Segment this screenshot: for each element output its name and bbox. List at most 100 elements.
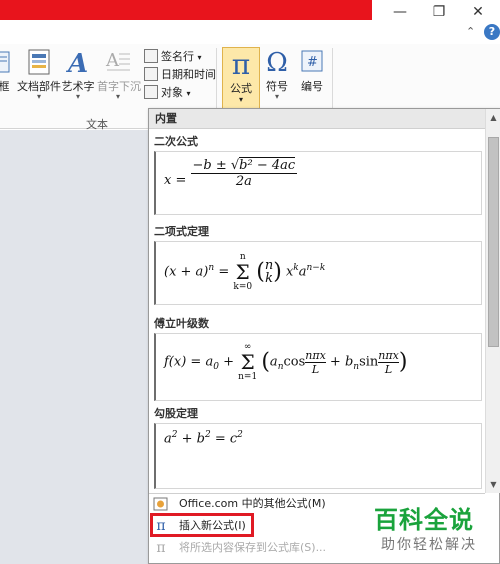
chevron-down-icon: ▾ <box>197 53 202 62</box>
binomial-equation: (x + a)n = n Σ k=0 (n k) xkan−k <box>164 252 325 292</box>
wordart-icon: A <box>61 48 95 79</box>
denominator: L <box>311 362 320 376</box>
scroll-down-icon[interactable]: ▼ <box>487 478 500 491</box>
eq-part: a <box>164 431 172 447</box>
omega-icon: Ω <box>266 48 288 78</box>
eq-part: = <box>214 264 234 280</box>
paren-open: ( <box>261 349 270 375</box>
menu-more-formulas-label: Office.com 中的其他公式(M) <box>179 497 326 510</box>
watermark-subtitle: 助你轻松解决 <box>381 537 477 553</box>
text-box-button[interactable]: 框 <box>0 48 14 110</box>
chevron-down-icon: ▾ <box>75 92 80 101</box>
paren-close: ) <box>398 349 408 375</box>
numerator: nπx <box>305 348 326 363</box>
fourier-equation: f(x) = a0 + ∞ Σ n=1 (ancos nπx L + bnsin nπ… <box>164 342 407 382</box>
chevron-down-icon: ▾ <box>274 92 279 101</box>
menu-save-to-gallery-label: 将所选内容保存到公式库(S)... <box>179 541 327 554</box>
fraction: nπx L <box>378 349 399 376</box>
minimize-button[interactable]: — <box>385 2 415 22</box>
eq-part: f(x) = a <box>164 354 214 370</box>
paren-open: ( <box>256 259 265 285</box>
formula-item-quadratic[interactable]: x = −b ± √b² − 4ac 2a <box>154 151 482 215</box>
coef-bottom: k <box>265 271 273 286</box>
section-title-binomial: 二项式定理 <box>154 225 209 238</box>
office-icon <box>153 496 169 512</box>
close-button[interactable]: ✕ <box>463 2 493 22</box>
chevron-down-icon: ▾ <box>36 92 41 101</box>
chevron-down-icon: ▾ <box>115 92 120 101</box>
numerator: −b ± √b² − 4ac <box>190 157 298 174</box>
pythagorean-equation: a2 + b2 = c2 <box>164 430 243 446</box>
number-label: 编号 <box>301 80 323 93</box>
signature-icon <box>144 49 158 63</box>
document-parts-button[interactable]: 文档部件 ▾ <box>17 48 61 110</box>
watermark-title: 百科全说 <box>374 506 474 534</box>
eq-part: = c <box>210 431 238 447</box>
signature-line-button[interactable]: 签名行 ▾ <box>144 48 202 66</box>
signature-line-label: 签名行 <box>161 50 194 63</box>
object-button[interactable]: 对象 ▾ <box>144 84 191 102</box>
chevron-down-icon: ▾ <box>186 89 191 98</box>
radicand: b² − 4ac <box>239 157 296 173</box>
numerator: nπx <box>378 348 399 363</box>
date-time-button[interactable]: 日期和时间 <box>144 66 216 84</box>
eq-part: + b <box>177 431 205 447</box>
denominator: 2a <box>235 174 252 189</box>
eq-lhs: x = <box>164 173 191 188</box>
collapse-ribbon-icon[interactable]: ⌃ <box>466 25 475 38</box>
sum-lower: k=0 <box>233 282 253 292</box>
document-area <box>0 130 148 564</box>
scroll-thumb[interactable] <box>488 137 499 347</box>
object-label: 对象 <box>161 86 183 99</box>
svg-text:A: A <box>105 50 120 71</box>
save-formula-icon: π <box>156 540 166 556</box>
number-button[interactable]: # 编号 <box>298 48 326 110</box>
quadratic-equation: x = −b ± √b² − 4ac 2a <box>164 157 298 189</box>
eq-sup: n−k <box>306 263 326 274</box>
section-title-quadratic: 二次公式 <box>154 135 198 148</box>
sigma-symbol: Σ <box>235 260 250 284</box>
formula-label: 公式 <box>230 82 252 95</box>
restore-button[interactable]: ❐ <box>424 2 454 22</box>
eq-part: + b <box>325 354 354 370</box>
number-icon: # <box>298 48 326 78</box>
calendar-icon <box>144 67 158 81</box>
title-bar: — ❐ ✕ <box>0 0 500 24</box>
ribbon-controls: ⌃ ? <box>460 24 500 42</box>
help-icon[interactable]: ? <box>484 24 500 40</box>
text-box-icon <box>0 48 14 78</box>
eq-part: a <box>269 354 278 370</box>
section-title-fourier: 傅立叶级数 <box>154 317 209 330</box>
gallery-scrollbar[interactable]: ▲ ▼ <box>485 109 500 493</box>
pi-icon: π <box>231 48 251 81</box>
document-parts-icon <box>17 48 61 78</box>
drop-cap-icon: A <box>97 48 139 78</box>
gallery-header: 内置 <box>149 109 485 129</box>
drop-cap-button[interactable]: A 首字下沉 ▾ <box>97 48 141 110</box>
binomial-coef: nk <box>265 259 273 285</box>
num-part: −b ± √ <box>192 158 240 173</box>
fraction: nπx L <box>305 349 326 376</box>
paren-close: ) <box>273 259 282 285</box>
fraction: −b ± √b² − 4ac 2a <box>190 157 298 189</box>
formula-gallery-panel: 内置 ▲ ▼ 二次公式 x = −b ± √b² − 4ac 2a 二项式定理 … <box>148 108 500 564</box>
svg-text:A: A <box>65 49 88 76</box>
chevron-down-icon: ▾ <box>238 95 243 104</box>
text-box-label: 框 <box>0 80 10 93</box>
scroll-up-icon[interactable]: ▲ <box>487 111 500 124</box>
eq-part: + <box>218 354 239 370</box>
formula-item-fourier[interactable]: f(x) = a0 + ∞ Σ n=1 (ancos nπx L + bnsin nπ… <box>154 333 482 401</box>
cos-text: cos <box>283 354 306 370</box>
eq-part: (x + a) <box>164 264 209 280</box>
svg-text:#: # <box>307 55 318 70</box>
object-icon <box>144 85 158 99</box>
formula-item-pythagorean[interactable]: a2 + b2 = c2 <box>154 423 482 489</box>
eq-part: a <box>298 264 307 280</box>
wordart-button[interactable]: A 艺术字 ▾ <box>61 48 95 110</box>
denominator: L <box>384 362 393 376</box>
title-bar-highlight <box>0 0 372 20</box>
formula-button[interactable]: π 公式 ▾ <box>222 47 260 117</box>
formula-item-binomial[interactable]: (x + a)n = n Σ k=0 (n k) xkan−k <box>154 241 482 305</box>
sum-lower: n=1 <box>238 372 258 382</box>
symbol-button[interactable]: Ω 符号 ▾ <box>262 48 292 110</box>
